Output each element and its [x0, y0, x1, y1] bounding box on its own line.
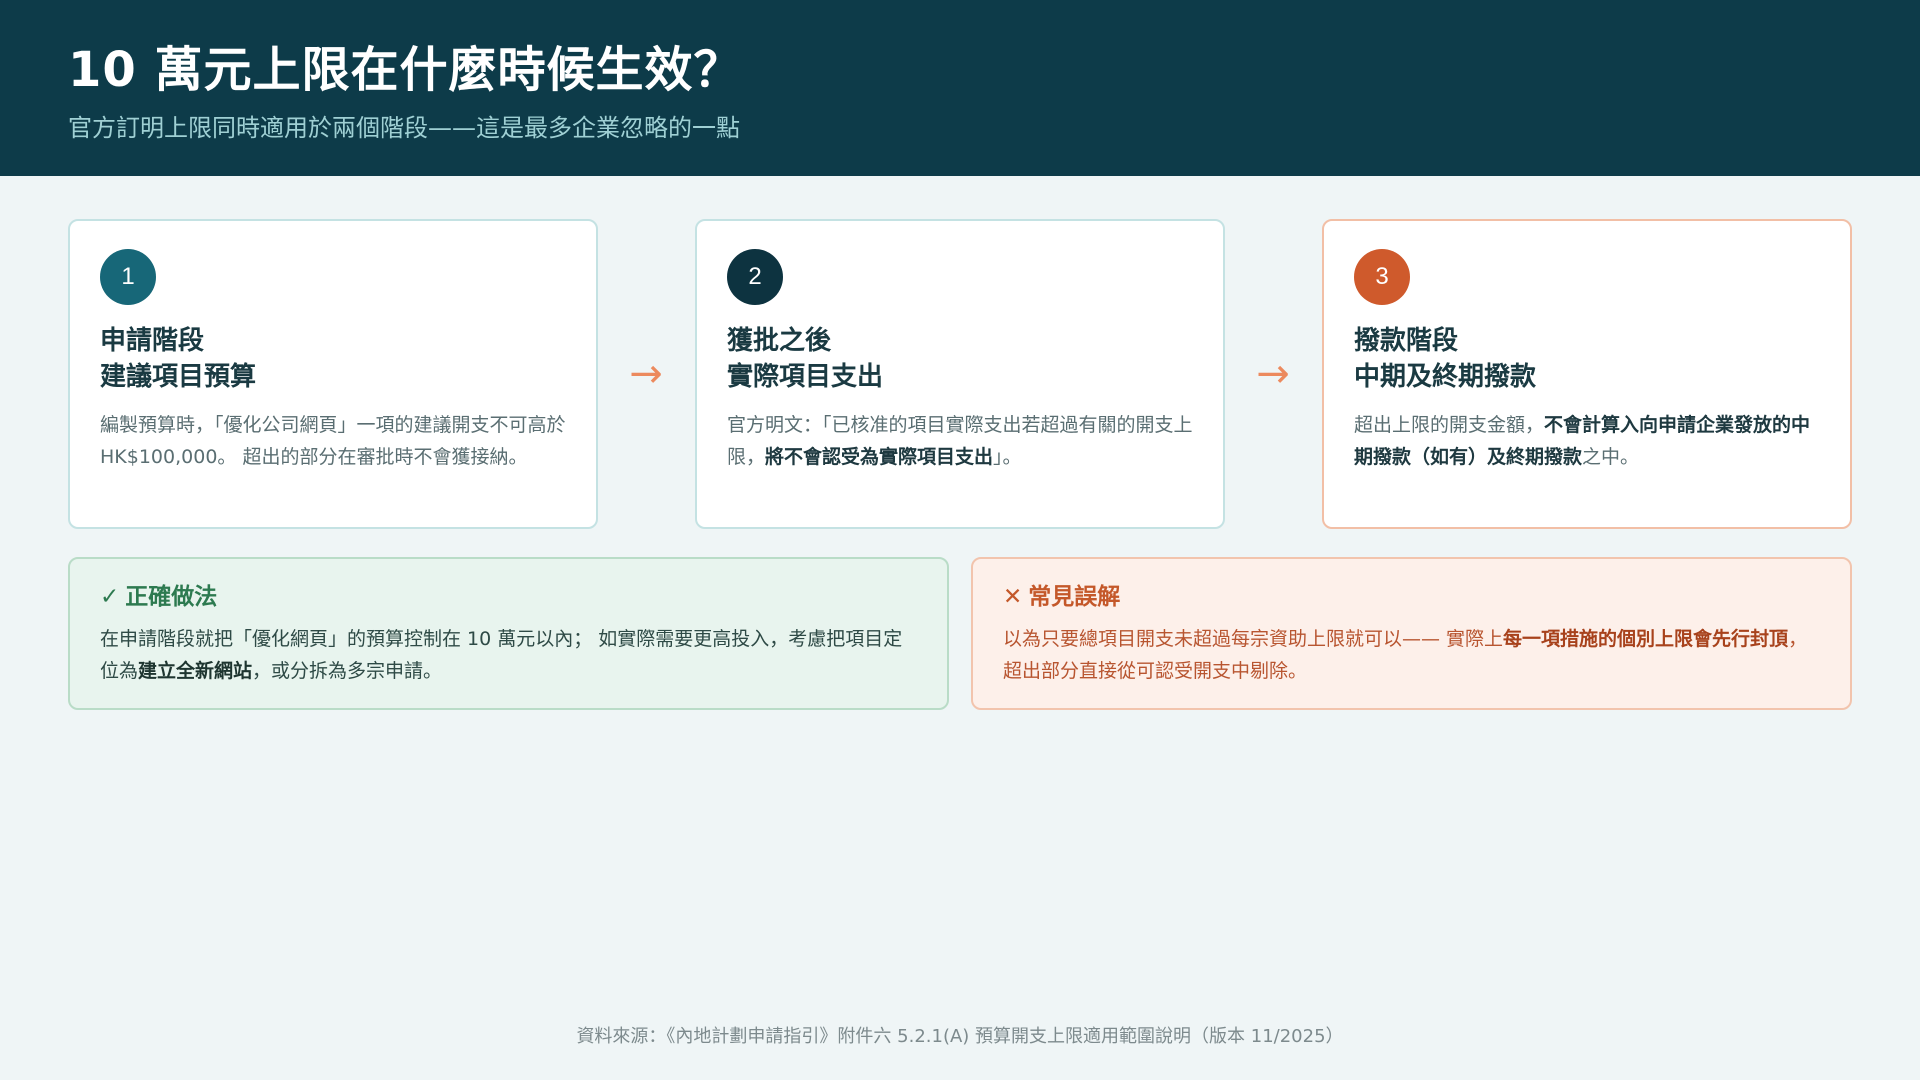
callout-title-text: 正確做法: [125, 584, 218, 610]
callout-body-emphasis: 建立全新網站: [138, 660, 253, 682]
step-number-badge: 2: [727, 249, 783, 305]
step-heading-line1: 申請階段: [100, 326, 205, 356]
step-body-suffix: 」。: [993, 446, 1022, 468]
step-number-badge: 1: [100, 249, 156, 305]
step-body-prefix: 超出上限的開支金額，: [1354, 414, 1545, 436]
callout-body-suffix: ，或分拆為多宗申請。: [252, 660, 443, 682]
callout-title: ✓ 正確做法: [100, 581, 917, 613]
step-heading-line2: 實際項目支出: [727, 362, 884, 392]
step-heading: 申請階段 建議項目預算: [100, 323, 566, 395]
page-subtitle: 官方訂明上限同時適用於兩個階段——這是最多企業忽略的一點: [68, 114, 740, 142]
step-card-after-approval: 2 獲批之後 實際項目支出 官方明文：「已核准的項目實際支出若超過有關的開支上限…: [695, 219, 1225, 529]
step-heading-line2: 中期及終期撥款: [1354, 362, 1537, 392]
arrow-right-icon: →: [629, 351, 663, 397]
callout-body: 以為只要總項目開支未超過每宗資助上限就可以—— 實際上每一項措施的個別上限會先行…: [1003, 623, 1820, 687]
callout-title: ✕ 常見誤解: [1003, 581, 1820, 613]
page-title: 10 萬元上限在什麼時候生效？: [68, 42, 743, 98]
step-body: 編製預算時，「優化公司網頁」一項的建議開支不可高於 HK$100,000。 超出…: [100, 414, 566, 468]
step-card-disbursement: 3 撥款階段 中期及終期撥款 超出上限的開支金額，不會計算入向申請企業發放的中期…: [1322, 219, 1852, 529]
step-heading-line2: 建議項目預算: [100, 362, 257, 392]
callout-body: 在申請階段就把「優化網頁」的預算控制在 10 萬元以內； 如實際需要更高投入，考…: [100, 623, 917, 687]
callout-body-emphasis: 每一項措施的個別上限會先行封頂: [1503, 628, 1789, 650]
step-card-application: 1 申請階段 建議項目預算 編製預算時，「優化公司網頁」一項的建議開支不可高於 …: [68, 219, 598, 529]
step-heading-line1: 獲批之後: [727, 326, 832, 356]
step-body-emphasis: 將不會認受為實際項目支出: [765, 446, 994, 468]
step-body: 超出上限的開支金額，不會計算入向申請企業發放的中期撥款（如有）及終期撥款之中。: [1354, 409, 1820, 473]
step-heading: 獲批之後 實際項目支出: [727, 323, 1193, 395]
step-body: 官方明文：「已核准的項目實際支出若超過有關的開支上限，將不會認受為實際項目支出」…: [727, 409, 1193, 473]
step-number-badge: 3: [1354, 249, 1410, 305]
misconception-callout: ✕ 常見誤解 以為只要總項目開支未超過每宗資助上限就可以—— 實際上每一項措施的個…: [971, 557, 1852, 710]
callout-title-text: 常見誤解: [1028, 584, 1121, 610]
correct-approach-callout: ✓ 正確做法 在申請階段就把「優化網頁」的預算控制在 10 萬元以內； 如實際需要…: [68, 557, 949, 710]
source-footnote: 資料來源：《內地計劃申請指引》附件六 5.2.1(A) 預算開支上限適用範圍說明…: [576, 1026, 1344, 1047]
cross-icon: ✕: [1003, 584, 1023, 610]
step-heading: 撥款階段 中期及終期撥款: [1354, 323, 1820, 395]
arrow-right-icon: →: [1256, 351, 1290, 397]
step-body-suffix: 之中。: [1582, 446, 1640, 468]
check-icon: ✓: [100, 584, 120, 610]
callout-body-prefix: 以為只要總項目開支未超過每宗資助上限就可以—— 實際上: [1003, 628, 1504, 650]
step-heading-line1: 撥款階段: [1354, 326, 1459, 356]
page-header: 10 萬元上限在什麼時候生效？ 官方訂明上限同時適用於兩個階段——這是最多企業忽…: [0, 0, 1920, 176]
